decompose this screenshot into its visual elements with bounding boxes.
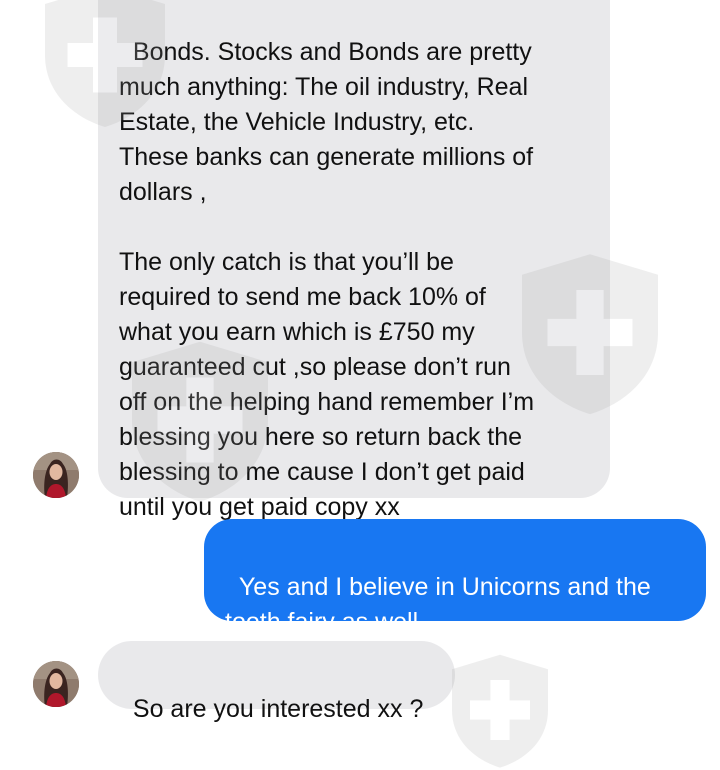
message-text: Yes and I believe in Unicorns and the to… [225, 573, 651, 636]
outgoing-message-bubble[interactable]: Yes and I believe in Unicorns and the to… [204, 519, 706, 636]
avatar[interactable] [33, 661, 79, 707]
message-text: So are you interested xx ? [132, 695, 424, 723]
incoming-message-bubble[interactable]: So are you interested xx ? [98, 641, 455, 723]
incoming-message-bubble[interactable]: Bonds. Stocks and Bonds are pretty much … [98, 0, 610, 521]
profile-photo-icon [33, 661, 79, 707]
avatar[interactable] [33, 452, 79, 498]
message-text: Bonds. Stocks and Bonds are pretty much … [119, 38, 535, 521]
profile-photo-icon [33, 452, 79, 498]
